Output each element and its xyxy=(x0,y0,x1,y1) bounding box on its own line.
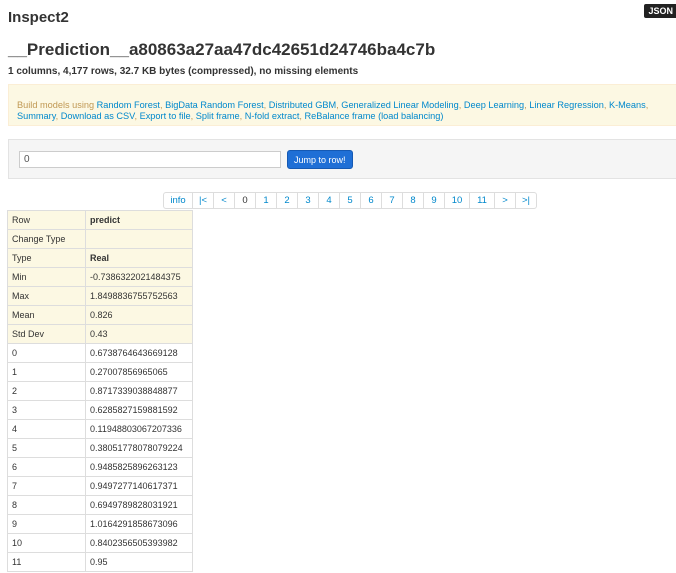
pager-last-page[interactable]: >| xyxy=(516,193,536,208)
link-download-as-csv[interactable]: Download as CSV xyxy=(61,111,135,121)
header-row: Mean 0.826 xyxy=(7,305,193,325)
predict-cell: 0.43 xyxy=(85,324,193,344)
link-deep-learning[interactable]: Deep Learning xyxy=(464,100,524,110)
predict-cell: 1.0164291858673096 xyxy=(85,514,193,534)
pager-page-2[interactable]: 2 xyxy=(277,193,298,208)
predict-cell: predict xyxy=(85,210,193,230)
row-label: Row xyxy=(7,210,86,230)
link-bigdata-random-forest[interactable]: BigData Random Forest xyxy=(165,100,264,110)
table-row: 2 0.8717339038848877 xyxy=(7,381,193,401)
row-input[interactable] xyxy=(19,151,281,168)
table-row: 0 0.6738764643669128 xyxy=(7,343,193,363)
jump-to-row-button[interactable]: Jump to row! xyxy=(287,150,353,169)
header-row: Min -0.7386322021484375 xyxy=(7,267,193,287)
row-label: 5 xyxy=(7,438,86,458)
pager-page-6[interactable]: 6 xyxy=(361,193,382,208)
table-row: 10 0.8402356505393982 xyxy=(7,533,193,553)
predict-cell: 0.9497277140617371 xyxy=(85,476,193,496)
link-split-frame[interactable]: Split frame xyxy=(196,111,240,121)
predict-cell: 0.38051778078079224 xyxy=(85,438,193,458)
predict-cell: 0.6949789828031921 xyxy=(85,495,193,515)
predict-cell: 1.8498836755752563 xyxy=(85,286,193,306)
row-label: 7 xyxy=(7,476,86,496)
row-label: 11 xyxy=(7,552,86,572)
row-label: Max xyxy=(7,286,86,306)
link-linear-regression[interactable]: Linear Regression xyxy=(529,100,604,110)
predict-cell: 0.11948803067207336 xyxy=(85,419,193,439)
header-row: Std Dev 0.43 xyxy=(7,324,193,344)
pager-prev-page[interactable]: < xyxy=(214,193,235,208)
row-label: 8 xyxy=(7,495,86,515)
row-label: 10 xyxy=(7,533,86,553)
row-label: Type xyxy=(7,248,86,268)
row-label: 6 xyxy=(7,457,86,477)
link-export-to-file[interactable]: Export to file xyxy=(140,111,191,121)
predict-cell: 0.8717339038848877 xyxy=(85,381,193,401)
table-row: 4 0.11948803067207336 xyxy=(7,419,193,439)
page-title: Inspect2 xyxy=(8,9,69,26)
link-summary[interactable]: Summary xyxy=(17,111,56,121)
predict-cell: 0.9485825896263123 xyxy=(85,457,193,477)
predict-cell: 0.6285827159881592 xyxy=(85,400,193,420)
table-row: 5 0.38051778078079224 xyxy=(7,438,193,458)
predict-cell: 0.27007856965065 xyxy=(85,362,193,382)
predict-cell: 0.95 xyxy=(85,552,193,572)
row-label: Mean xyxy=(7,305,86,325)
predict-cell: -0.7386322021484375 xyxy=(85,267,193,287)
header-row: Max 1.8498836755752563 xyxy=(7,286,193,306)
row-label: Std Dev xyxy=(7,324,86,344)
pager-page-3[interactable]: 3 xyxy=(298,193,319,208)
row-label: 2 xyxy=(7,381,86,401)
pager-page-1[interactable]: 1 xyxy=(256,193,277,208)
json-button[interactable]: JSON xyxy=(644,4,676,18)
predict-cell: Real xyxy=(85,248,193,268)
build-models-alert: Build models using Random Forest, BigDat… xyxy=(8,84,676,126)
link-generalized-linear-modeling[interactable]: Generalized Linear Modeling xyxy=(341,100,458,110)
predict-cell: 0.6738764643669128 xyxy=(85,343,193,363)
pager-page-4[interactable]: 4 xyxy=(319,193,340,208)
header-row: Change Type xyxy=(7,229,193,249)
frame-key: __Prediction__a80863a27aa47dc42651d24746… xyxy=(8,40,436,59)
row-label: 4 xyxy=(7,419,86,439)
link-k-means[interactable]: K-Means xyxy=(609,100,646,110)
pager-page-5[interactable]: 5 xyxy=(340,193,361,208)
link-distributed-gbm[interactable]: Distributed GBM xyxy=(269,100,336,110)
pager-page-0[interactable]: 0 xyxy=(235,193,256,208)
row-label: 1 xyxy=(7,362,86,382)
row-label: Min xyxy=(7,267,86,287)
pager-first-page[interactable]: |< xyxy=(193,193,214,208)
alert-prefix: Build models using xyxy=(17,100,97,110)
table-row: 7 0.9497277140617371 xyxy=(7,476,193,496)
pager-page-7[interactable]: 7 xyxy=(382,193,403,208)
table-row: 9 1.0164291858673096 xyxy=(7,514,193,534)
table-row: 11 0.95 xyxy=(7,552,193,572)
header-row: Type Real xyxy=(7,248,193,268)
pager-page-9[interactable]: 9 xyxy=(424,193,445,208)
frame-summary: 1 columns, 4,177 rows, 32.7 KB bytes (co… xyxy=(8,66,359,77)
pager-info[interactable]: info xyxy=(164,193,193,208)
predict-cell: 0.8402356505393982 xyxy=(85,533,193,553)
row-label: 9 xyxy=(7,514,86,534)
header-row: Row predict xyxy=(7,210,193,230)
pagination: info |< <0 1 2 3 4 5 6 7 8 9 10 11 > >| xyxy=(163,192,537,209)
table-row: 3 0.6285827159881592 xyxy=(7,400,193,420)
row-label: 0 xyxy=(7,343,86,363)
row-label: 3 xyxy=(7,400,86,420)
link-random-forest[interactable]: Random Forest xyxy=(97,100,160,110)
table-row: 1 0.27007856965065 xyxy=(7,362,193,382)
table-row: 8 0.6949789828031921 xyxy=(7,495,193,515)
pager-page-11[interactable]: 11 xyxy=(470,193,495,208)
predict-cell xyxy=(85,229,193,249)
predict-cell: 0.826 xyxy=(85,305,193,325)
jump-panel: Jump to row! xyxy=(8,139,676,179)
table-row: 6 0.9485825896263123 xyxy=(7,457,193,477)
row-label: Change Type xyxy=(7,229,86,249)
pager-page-8[interactable]: 8 xyxy=(403,193,424,208)
link-n-fold-extract[interactable]: N-fold extract xyxy=(245,111,300,121)
pager-page-10[interactable]: 10 xyxy=(445,193,470,208)
frame-table: Row predict Change Type Type Real Min -0.73863… xyxy=(7,210,193,572)
link-rebalance-frame-load-balancing[interactable]: ReBalance frame (load balancing) xyxy=(305,111,444,121)
pager-next-page[interactable]: > xyxy=(495,193,516,208)
